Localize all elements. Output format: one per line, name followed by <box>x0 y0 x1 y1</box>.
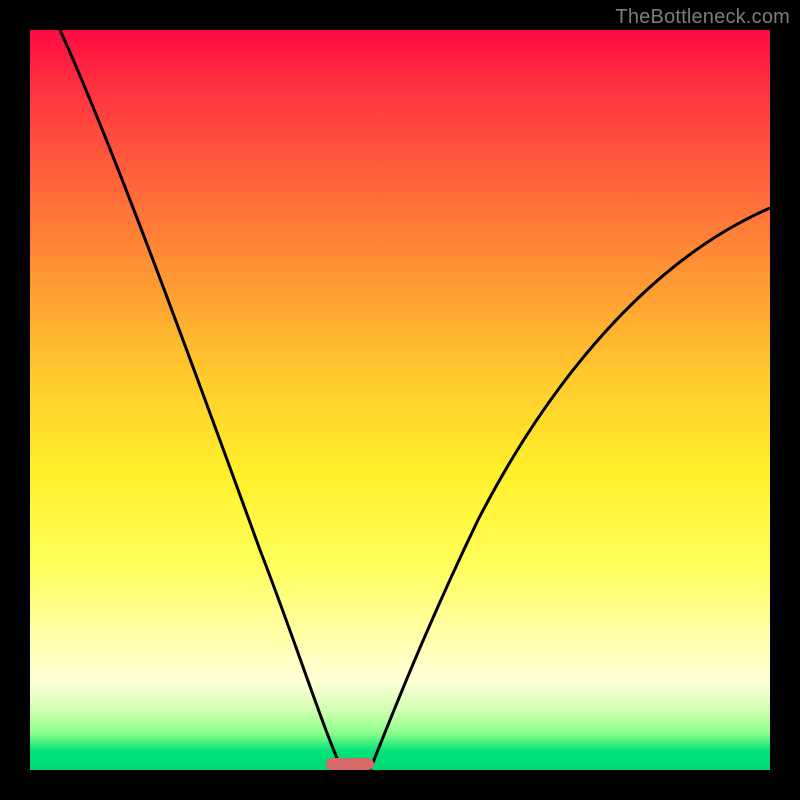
optimal-range-marker <box>326 758 374 770</box>
curve-right-branch <box>370 208 770 770</box>
curve-left-branch <box>60 30 342 770</box>
watermark-text: TheBottleneck.com <box>615 6 790 29</box>
bottleneck-curve <box>30 30 770 770</box>
chart-frame: TheBottleneck.com <box>0 0 800 800</box>
plot-area <box>30 30 770 770</box>
